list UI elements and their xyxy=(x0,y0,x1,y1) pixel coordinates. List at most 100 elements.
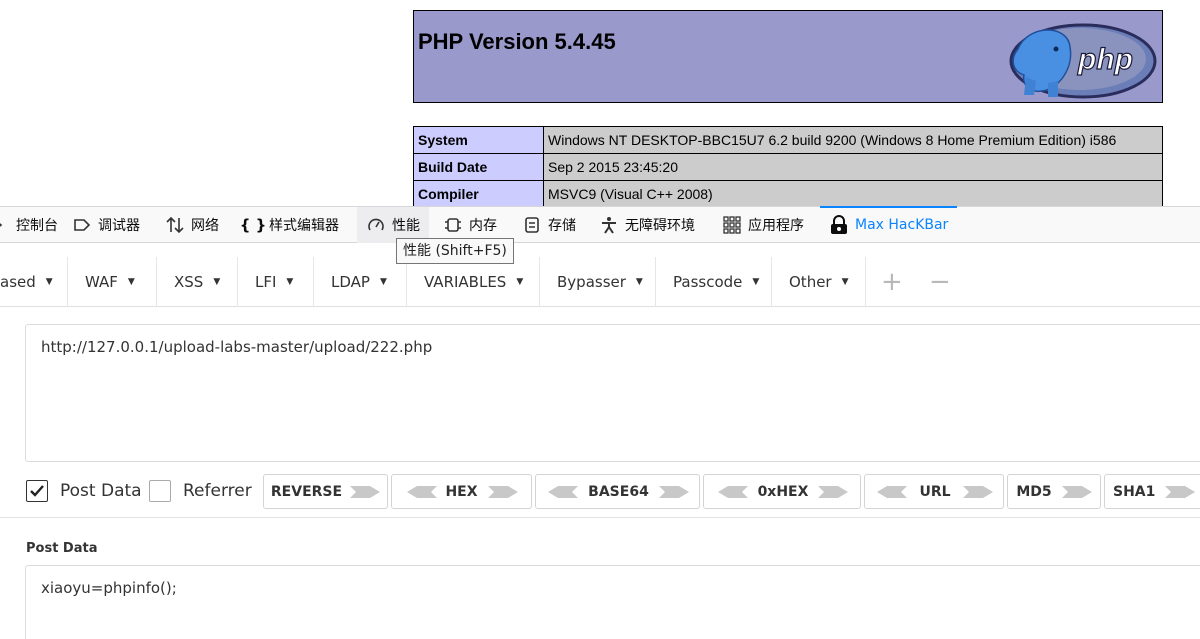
php-version-header: PHP Version 5.4.45 php xyxy=(413,10,1163,103)
memory-icon xyxy=(443,215,463,235)
arrow-left-icon xyxy=(546,483,579,501)
menu-item[interactable]: Passcode ▼ xyxy=(656,257,772,307)
hex-button[interactable]: HEX xyxy=(391,474,532,509)
menu-item[interactable]: WAF ▼ xyxy=(68,257,157,307)
0xhex-button[interactable]: 0xHEX xyxy=(703,474,861,509)
button-label: REVERSE xyxy=(270,483,343,500)
tab-network[interactable]: 网络 xyxy=(165,207,219,243)
arrow-left-icon xyxy=(405,483,438,501)
arrow-right-icon xyxy=(1165,483,1196,501)
checkbox-label: Post Data xyxy=(60,481,142,501)
storage-icon xyxy=(522,215,542,235)
button-label: URL xyxy=(919,483,951,500)
tab-application[interactable]: 应用程序 xyxy=(722,207,804,243)
caret-down-icon: ▼ xyxy=(213,277,221,287)
php-version-title: PHP Version 5.4.45 xyxy=(418,29,616,54)
referrer-checkbox[interactable]: Referrer xyxy=(149,478,252,504)
button-label: BASE64 xyxy=(588,483,649,500)
tab-max-hackbar[interactable]: Max HacKBar xyxy=(820,206,958,243)
caret-down-icon: ▼ xyxy=(635,277,643,287)
arrow-right-icon xyxy=(658,483,689,501)
row-value: MSVC9 (Visual C++ 2008) xyxy=(543,180,1163,208)
menu-label: Bypasser xyxy=(557,273,626,291)
button-label: MD5 xyxy=(1016,483,1052,500)
performance-tooltip: 性能 (Shift+F5) xyxy=(396,238,514,264)
caret-down-icon: ▼ xyxy=(516,277,524,287)
checkbox-label: Referrer xyxy=(183,481,252,501)
console-icon xyxy=(0,215,10,235)
php-info-table: System Windows NT DESKTOP-BBC15U7 6.2 bu… xyxy=(413,126,1163,208)
menu-item[interactable]: XSS ▼ xyxy=(157,257,238,307)
arrow-right-icon xyxy=(818,483,849,501)
tab-label: 控制台 xyxy=(16,218,58,234)
arrow-right-icon xyxy=(1061,483,1092,501)
arrow-right-icon xyxy=(487,483,518,501)
menu-item[interactable]: LDAP ▼ xyxy=(314,257,407,307)
menu-item[interactable]: LFI ▼ xyxy=(238,257,314,307)
menu-label: ased xyxy=(0,273,36,291)
tab-label: 调试器 xyxy=(98,218,140,234)
menu-label: WAF xyxy=(85,273,118,291)
tab-label: 性能 xyxy=(392,218,420,234)
arrow-left-icon xyxy=(875,483,908,501)
row-key: Compiler xyxy=(413,180,544,208)
post-data-checkbox[interactable]: Post Data xyxy=(26,478,142,504)
base64-button[interactable]: BASE64 xyxy=(535,474,700,509)
url-button[interactable]: URL xyxy=(864,474,1004,509)
tab-label: 样式编辑器 xyxy=(269,218,339,234)
table-row: Compiler MSVC9 (Visual C++ 2008) xyxy=(413,180,1163,208)
button-label: 0xHEX xyxy=(757,483,809,500)
post-data-input[interactable]: xiaoyu=phpinfo(); xyxy=(25,565,1200,639)
network-icon xyxy=(165,215,185,235)
row-key: Build Date xyxy=(413,153,544,181)
menu-item[interactable]: Other ▼ xyxy=(772,257,866,307)
tab-label: 内存 xyxy=(469,218,497,234)
menu-item[interactable]: ased ▼ xyxy=(0,257,68,307)
sha1-button[interactable]: SHA1 xyxy=(1104,474,1200,509)
button-label: SHA1 xyxy=(1113,483,1156,500)
caret-down-icon: ▼ xyxy=(841,277,849,287)
application-icon xyxy=(722,215,742,235)
menu-label: LFI xyxy=(255,273,277,291)
tab-label: Max HacKBar xyxy=(855,217,949,233)
row-key: System xyxy=(413,126,544,154)
svg-text:php: php xyxy=(1077,43,1133,76)
php-elephant-logo: php xyxy=(1009,23,1157,99)
tab-console[interactable]: 控制台 xyxy=(0,207,58,243)
tab-style-editor[interactable]: { } 样式编辑器 xyxy=(239,207,339,243)
tab-storage[interactable]: 存储 xyxy=(522,207,576,243)
url-input[interactable]: http://127.0.0.1/upload-labs-master/uplo… xyxy=(25,324,1200,462)
devtools-toolbar: 控制台 调试器 网络 { } 样式编辑器 性能 内存 存储 无障碍环境 应用程序… xyxy=(0,206,1200,243)
button-label: HEX xyxy=(445,483,478,500)
performance-icon xyxy=(366,215,386,235)
checkbox-empty-icon xyxy=(149,480,171,502)
row-value: Sep 2 2015 23:45:20 xyxy=(543,153,1163,181)
table-row: Build Date Sep 2 2015 23:45:20 xyxy=(413,153,1163,181)
caret-down-icon: ▼ xyxy=(45,277,53,287)
tab-accessibility[interactable]: 无障碍环境 xyxy=(599,207,695,243)
hackbar-menu: ased ▼ WAF ▼ XSS ▼ LFI ▼ LDAP ▼ VARIABLES ▼ By… xyxy=(0,257,1200,307)
tab-debugger[interactable]: 调试器 xyxy=(72,207,140,243)
hackbar-icon xyxy=(829,215,849,235)
md5-button[interactable]: MD5 xyxy=(1007,474,1101,509)
add-button[interactable]: + xyxy=(881,262,903,302)
section-divider xyxy=(0,517,1200,518)
arrow-left-icon xyxy=(716,483,748,501)
caret-down-icon: ▼ xyxy=(286,277,294,287)
menu-label: Passcode xyxy=(673,273,743,291)
menu-label: XSS xyxy=(174,273,204,291)
menu-label: Other xyxy=(789,273,832,291)
caret-down-icon: ▼ xyxy=(127,277,135,287)
tab-label: 应用程序 xyxy=(748,218,804,234)
menu-item[interactable]: Bypasser ▼ xyxy=(540,257,656,307)
menu-item[interactable]: VARIABLES ▼ xyxy=(407,257,540,307)
style-editor-icon: { } xyxy=(239,216,267,234)
caret-down-icon: ▼ xyxy=(379,277,387,287)
reverse-button[interactable]: REVERSE xyxy=(263,474,388,509)
table-row: System Windows NT DESKTOP-BBC15U7 6.2 bu… xyxy=(413,126,1163,154)
menu-label: LDAP xyxy=(331,273,370,291)
remove-button[interactable]: − xyxy=(929,262,951,302)
tab-label: 网络 xyxy=(191,218,219,234)
menu-label: VARIABLES xyxy=(424,273,507,291)
row-value: Windows NT DESKTOP-BBC15U7 6.2 build 920… xyxy=(543,126,1163,154)
